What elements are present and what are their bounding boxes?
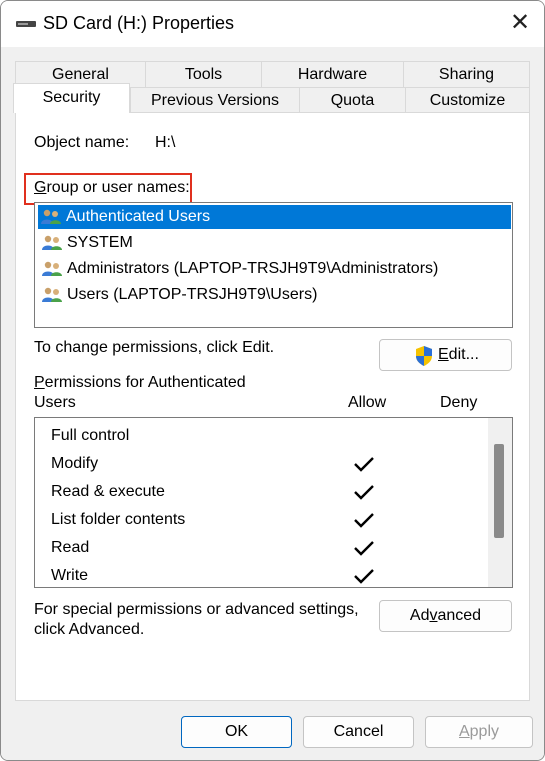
edit-button[interactable]: Edit...: [379, 339, 512, 371]
object-name-value: H:\: [155, 134, 176, 151]
permission-name: Write: [51, 567, 89, 584]
window-title: SD Card (H:) Properties: [43, 13, 235, 33]
permission-name: Read: [51, 539, 90, 556]
permission-row: Read & execute: [51, 478, 481, 506]
permissions-label-text: ermissions for Authenticated: [44, 374, 246, 391]
permissions-mnemonic: P: [34, 374, 45, 391]
scrollbar-thumb[interactable]: [494, 444, 504, 538]
apply-rest: pply: [469, 723, 500, 740]
properties-window: SD Card (H:) Properties ✕ General Tools …: [0, 0, 545, 761]
tab-previous-versions[interactable]: Previous Versions: [130, 87, 300, 113]
checkmark-icon: [354, 569, 374, 584]
permission-row: Read: [51, 534, 481, 562]
edit-mnemonic: E: [438, 346, 449, 363]
advanced-rest: anced: [437, 607, 482, 624]
checkmark-icon: [354, 485, 374, 500]
checkmark-icon: [354, 457, 374, 472]
user-list[interactable]: Authenticated Users SYSTEM Administrator…: [34, 202, 513, 328]
object-name-label: Object name:: [34, 134, 130, 151]
user-item-users[interactable]: Users (LAPTOP-TRSJH9T9\Users): [39, 283, 512, 307]
tab-customize[interactable]: Customize: [405, 87, 530, 113]
special-permissions-text-line2: click Advanced.: [34, 621, 145, 638]
permission-row: Full control: [51, 422, 481, 450]
user-name: Authenticated Users: [66, 208, 211, 225]
allow-header: Allow: [348, 394, 387, 411]
ok-button[interactable]: OK: [181, 716, 292, 748]
title-bar: SD Card (H:) Properties ✕: [1, 1, 544, 47]
highlight-box: [24, 173, 192, 205]
close-icon[interactable]: ✕: [509, 11, 531, 35]
users-group-icon: [42, 287, 62, 302]
user-item-system[interactable]: SYSTEM: [39, 231, 512, 255]
tab-hardware[interactable]: Hardware: [261, 61, 404, 87]
apply-mnemonic: A: [458, 723, 470, 740]
checkmark-icon: [354, 513, 374, 528]
edit-button-label: Edit...: [438, 340, 479, 370]
uac-shield-icon: [416, 346, 432, 366]
permissions-list: Full control Modify Read & execute List …: [34, 417, 513, 588]
users-group-icon: [42, 235, 62, 250]
permission-name: Modify: [51, 455, 99, 472]
apply-button[interactable]: Apply: [425, 716, 533, 748]
tab-sharing[interactable]: Sharing: [403, 61, 530, 87]
user-item-administrators[interactable]: Administrators (LAPTOP-TRSJH9T9\Administ…: [39, 257, 512, 281]
tab-strip: General Tools Hardware Sharing Security …: [1, 47, 544, 113]
tab-quota[interactable]: Quota: [299, 87, 406, 113]
user-name: Users (LAPTOP-TRSJH9T9\Users): [67, 286, 318, 303]
user-name: Administrators (LAPTOP-TRSJH9T9\Administ…: [67, 260, 439, 277]
special-permissions-text: For special permissions or advanced sett…: [34, 601, 359, 618]
advanced-pre: Ad: [409, 607, 430, 624]
users-group-icon: [41, 209, 61, 224]
permission-name: Full control: [51, 427, 130, 444]
checkmark-icon: [354, 541, 374, 556]
user-name: SYSTEM: [67, 234, 133, 251]
advanced-button[interactable]: Advanced: [379, 600, 512, 632]
user-item-authenticated-users[interactable]: Authenticated Users: [38, 205, 511, 229]
change-permissions-text: To change permissions, click Edit.: [34, 339, 275, 356]
tab-tools[interactable]: Tools: [145, 61, 262, 87]
permission-row: Write: [51, 562, 481, 587]
permission-row: List folder contents: [51, 506, 481, 534]
drive-icon: [16, 21, 36, 27]
tab-security[interactable]: Security: [13, 83, 130, 113]
users-group-icon: [42, 261, 62, 276]
edit-label-text: dit...: [448, 346, 479, 363]
permissions-scrollbar[interactable]: [488, 418, 512, 587]
cancel-button[interactable]: Cancel: [303, 716, 414, 748]
permission-name: Read & execute: [51, 483, 165, 500]
permissions-for-label-line2: Users: [34, 394, 76, 411]
permission-row: Modify: [51, 450, 481, 478]
dialog-footer: OK Cancel Apply: [1, 701, 544, 760]
deny-header: Deny: [440, 394, 478, 411]
permission-name: List folder contents: [51, 511, 186, 528]
permissions-for-label: Permissions for Authenticated: [34, 374, 246, 392]
